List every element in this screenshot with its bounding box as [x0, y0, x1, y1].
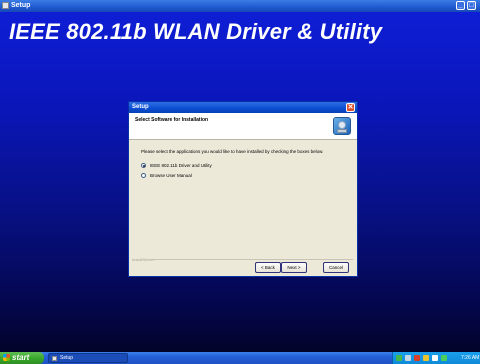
dialog-titlebar: Setup ✕ [129, 102, 357, 113]
taskbar-item-setup[interactable]: Setup [48, 353, 128, 363]
task-label: Setup [60, 355, 74, 361]
dialog-heading: Select Software for Installation [135, 117, 209, 123]
volume-icon[interactable] [405, 355, 411, 361]
utility-icon[interactable] [432, 355, 438, 361]
option-label: Browse User Manual [150, 173, 192, 178]
back-button[interactable]: < Back [255, 262, 281, 273]
footer-divider [151, 259, 353, 260]
radio-button-selected[interactable] [141, 163, 146, 168]
windows-logo-icon [3, 354, 10, 361]
disc-shape [338, 121, 346, 129]
option-label: IEEE 802.11b Driver and Utility [150, 163, 212, 168]
next-button[interactable]: Next > [281, 262, 307, 273]
product-banner: IEEE 802.11b WLAN Driver & Utility [9, 19, 383, 44]
window-title: Setup [11, 2, 31, 9]
box-shape [337, 129, 347, 133]
taskbar: start Setup 7:26 AM [0, 352, 480, 364]
network-icon[interactable] [396, 355, 402, 361]
close-button[interactable]: ✕ [346, 103, 355, 112]
setup-screen: Setup _ □ IEEE 802.11b WLAN Driver & Uti… [0, 0, 480, 364]
status-icon[interactable] [441, 355, 447, 361]
security-icon[interactable] [414, 355, 420, 361]
wireless-icon[interactable] [423, 355, 429, 361]
clock: 7:26 AM [461, 355, 480, 361]
window-titlebar: Setup _ □ [0, 0, 480, 12]
setup-task-icon [52, 356, 57, 361]
dialog-header: Select Software for Installation [129, 113, 357, 140]
dialog-title: Setup [132, 104, 149, 110]
maximize-button[interactable]: □ [467, 1, 476, 10]
cancel-button[interactable]: Cancel [323, 262, 349, 273]
minimize-button[interactable]: _ [456, 1, 465, 10]
radio-button[interactable] [141, 173, 146, 178]
setup-app-icon [2, 2, 9, 9]
start-button[interactable]: start [0, 352, 44, 364]
system-tray: 7:26 AM [392, 352, 480, 364]
setup-dialog: Setup ✕ Select Software for Installation… [128, 101, 358, 277]
start-label: start [12, 353, 30, 362]
instructions-text: Please select the applications you would… [141, 149, 324, 154]
setup-disc-icon [333, 117, 351, 135]
